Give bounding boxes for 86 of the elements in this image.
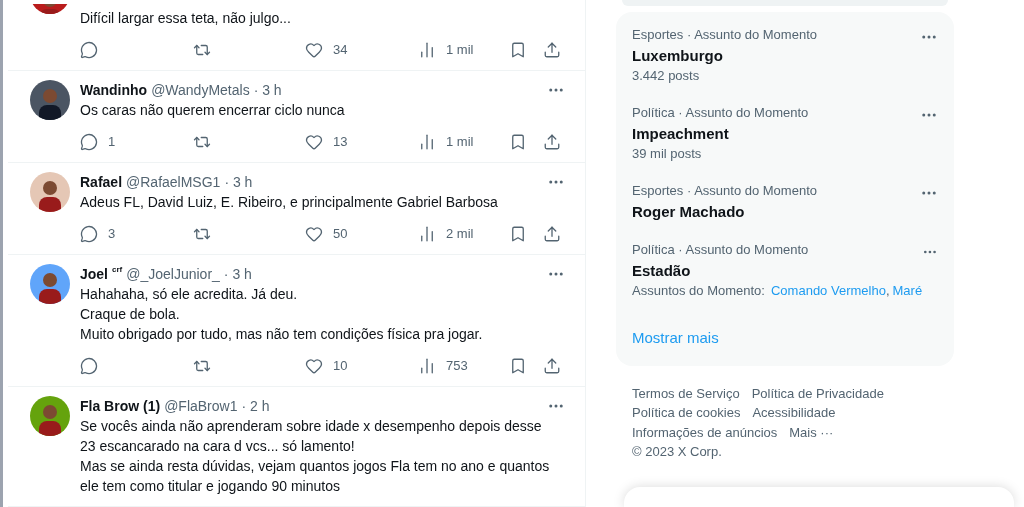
views-button[interactable]: 753 — [418, 356, 468, 376]
bookmark-button[interactable] — [509, 225, 527, 243]
speech-bubble-icon — [80, 225, 98, 243]
bar-chart-icon — [418, 133, 436, 151]
author-handle[interactable]: @FlaBrow1 — [164, 395, 238, 417]
footer-link[interactable]: Política de Privacidade — [751, 383, 884, 403]
avatar[interactable] — [30, 396, 70, 436]
like-button[interactable]: 50 — [305, 224, 348, 244]
author-handle[interactable]: @RafaelMSG1 — [126, 171, 221, 193]
bookmark-icon — [509, 133, 527, 151]
bookmark-button[interactable] — [509, 41, 527, 59]
speech-bubble-icon — [80, 357, 98, 375]
share-button[interactable] — [543, 225, 561, 243]
trend-title[interactable]: Luxemburgo — [632, 45, 817, 66]
trend-category: Esportes · Assunto do Momento — [632, 26, 817, 44]
like-button[interactable]: 10 — [305, 356, 348, 376]
reply-button[interactable]: 1 — [80, 132, 116, 152]
avatar[interactable] — [30, 172, 70, 212]
bookmark-icon — [509, 225, 527, 243]
bookmark-button[interactable] — [509, 133, 527, 151]
bar-chart-icon — [418, 357, 436, 375]
badge-label: crf — [112, 264, 123, 276]
views-button[interactable]: 1 mil — [418, 40, 474, 60]
author-name[interactable]: Wandinho — [80, 79, 148, 101]
heart-icon — [305, 133, 323, 151]
author-name[interactable]: Joel — [80, 263, 108, 285]
author-name[interactable]: Rafael — [80, 171, 123, 193]
post-text: ele tem como titular e jogando 90 minutos — [80, 477, 341, 496]
copyright: © 2023 X Corp. — [632, 443, 723, 461]
footer-link[interactable]: Política de cookies — [632, 403, 741, 423]
post-text: Hahahaha, só ele acredita. Já deu. — [80, 285, 299, 304]
trend-category: Política · Assunto do Momento — [632, 241, 810, 259]
trend-post-count: 3.442 posts — [632, 67, 701, 85]
reply-button[interactable]: 3 — [80, 224, 116, 244]
post-text: Difícil largar essa teta, não julgo... — [80, 9, 292, 28]
avatar[interactable] — [30, 80, 70, 120]
trend-post-count: 39 mil posts — [632, 145, 703, 163]
avatar[interactable] — [30, 264, 70, 304]
heart-icon — [305, 225, 323, 243]
post-time[interactable]: · 2 h — [241, 395, 270, 417]
footer-link[interactable]: Acessibilidade — [752, 403, 836, 423]
share-icon — [543, 133, 561, 151]
bookmark-icon — [509, 41, 527, 59]
reply-button[interactable] — [80, 41, 98, 59]
author-name[interactable]: Fla Brow (1) — [80, 395, 161, 417]
post-text: 23 escancarado na cara d vcs... só lamento! — [80, 437, 356, 456]
share-icon — [543, 225, 561, 243]
share-button[interactable] — [543, 133, 561, 151]
author-handle[interactable]: @_JoelJunior_ — [126, 263, 220, 285]
separator: , — [885, 282, 890, 300]
post-text: Os caras não querem encerrar ciclo nunca — [80, 101, 346, 120]
footer-link[interactable]: Mais ··· — [789, 422, 834, 442]
post-time[interactable]: · 3 h — [253, 79, 282, 101]
speech-bubble-icon — [80, 133, 98, 151]
like-button[interactable]: 13 — [305, 132, 348, 152]
trend-title[interactable]: Roger Machado — [632, 201, 817, 222]
share-button[interactable] — [543, 357, 561, 375]
share-icon — [543, 357, 561, 375]
post-time[interactable]: · 3 h — [224, 171, 253, 193]
heart-icon — [305, 357, 323, 375]
footer-link[interactable]: Informações de anúncios — [632, 422, 778, 442]
speech-bubble-icon — [80, 41, 98, 59]
post-text: Adeus FL, David Luiz, E. Ribeiro, e principalmente Gabriel Barbosa — [80, 193, 499, 212]
reply-button[interactable] — [80, 357, 98, 375]
post-time[interactable]: · 3 h — [223, 263, 252, 285]
post-text: Mas se ainda resta dúvidas, vejam quantos jogos Fla tem no ano e quantos — [80, 457, 551, 476]
views-button[interactable]: 1 mil — [418, 132, 474, 152]
share-button[interactable] — [543, 41, 561, 59]
trend-category: Esportes · Assunto do Momento — [632, 182, 817, 200]
views-button[interactable]: 2 mil — [418, 224, 474, 244]
trend-title[interactable]: Estadão — [632, 260, 923, 281]
trend-category: Política · Assunto do Momento — [632, 104, 809, 122]
post-text: Se vocês ainda não aprenderam sobre idade x desempenho depois desse — [80, 417, 543, 436]
like-button[interactable]: 34 — [305, 40, 348, 60]
footer-link[interactable]: Termos de Serviço — [632, 383, 740, 403]
related-label: Assuntos do Momento: — [632, 282, 765, 300]
post-text: Craque de bola. — [80, 305, 181, 324]
bar-chart-icon — [418, 225, 436, 243]
author-handle[interactable]: @WandyMetals — [151, 79, 250, 101]
trend-title[interactable]: Impeachment — [632, 123, 809, 144]
bookmark-button[interactable] — [509, 357, 527, 375]
share-icon — [543, 41, 561, 59]
heart-icon — [305, 41, 323, 59]
bar-chart-icon — [418, 41, 436, 59]
post-text: Muito obrigado por tudo, mas não tem condições física pra jogar. — [80, 325, 484, 344]
bookmark-icon — [509, 357, 527, 375]
